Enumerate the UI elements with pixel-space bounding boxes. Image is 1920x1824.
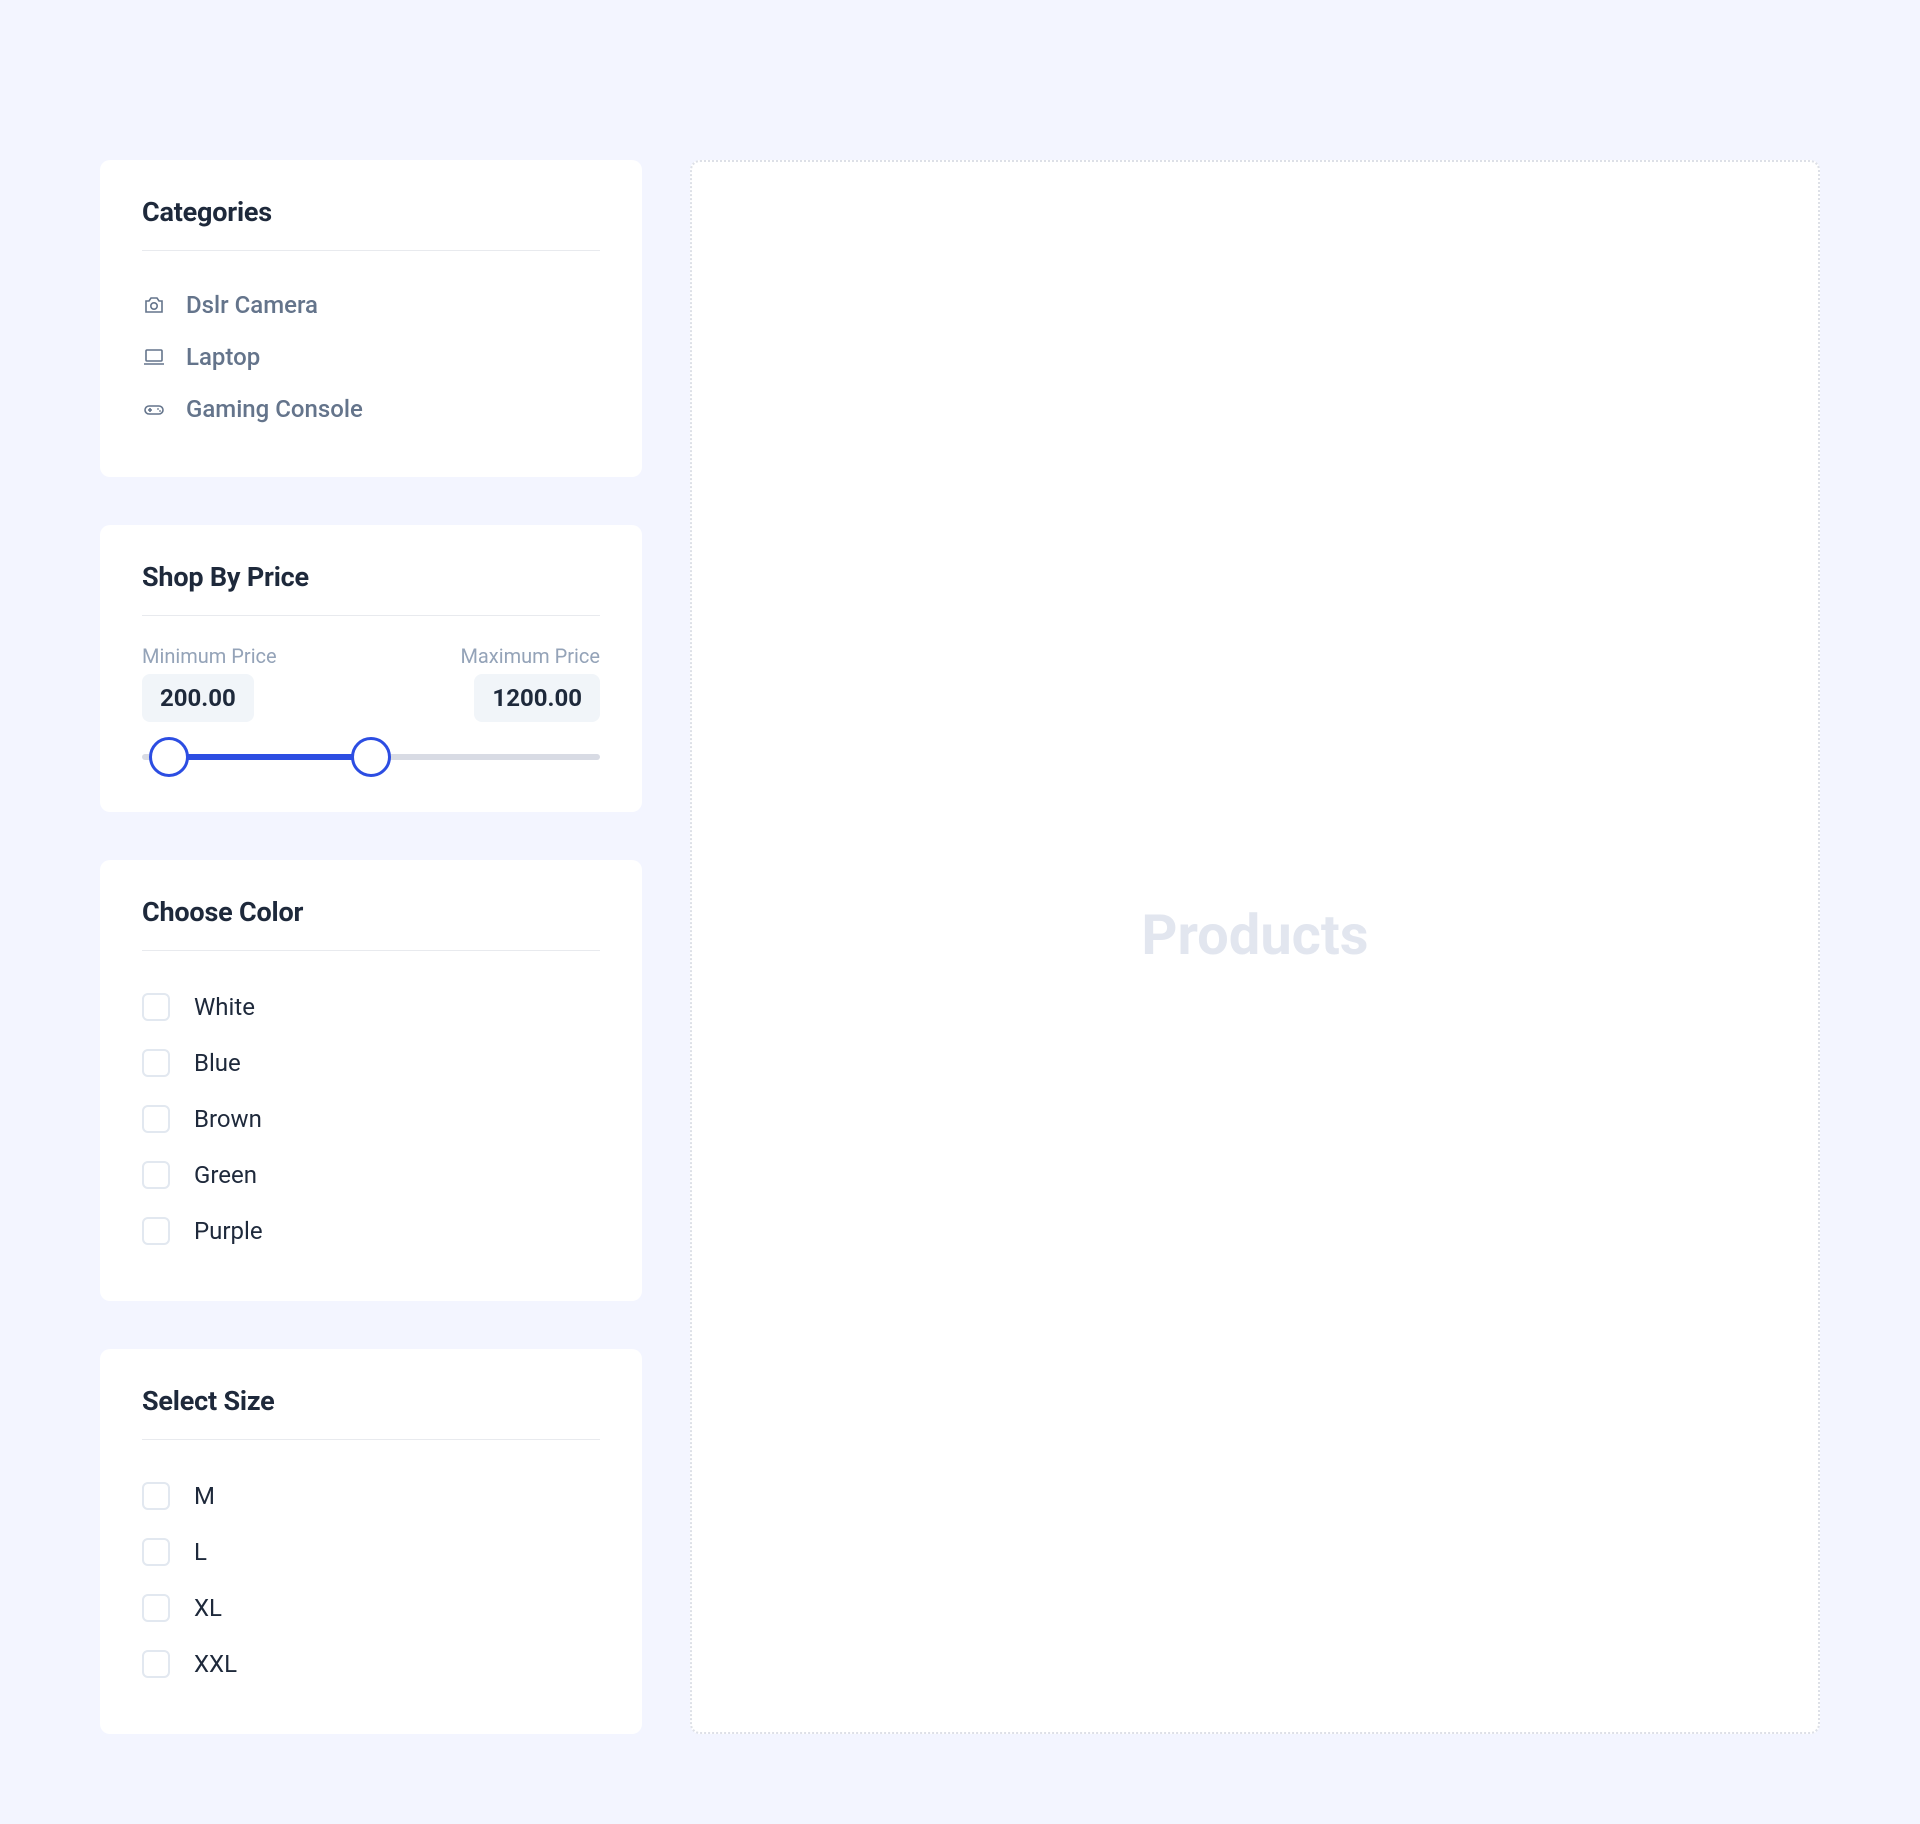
price-labels-row: Minimum Price Maximum Price <box>142 644 600 668</box>
divider <box>142 950 600 951</box>
size-option-xxl[interactable]: XXL <box>142 1636 600 1692</box>
laptop-icon <box>142 345 166 369</box>
checkbox[interactable] <box>142 1161 170 1189</box>
divider <box>142 250 600 251</box>
color-option-white[interactable]: White <box>142 979 600 1035</box>
size-option-l[interactable]: L <box>142 1524 600 1580</box>
category-item-gaming-console[interactable]: Gaming Console <box>142 383 600 435</box>
color-option-blue[interactable]: Blue <box>142 1035 600 1091</box>
divider <box>142 1439 600 1440</box>
price-title: Shop By Price <box>142 561 600 593</box>
color-options-list: White Blue Brown Green Purple <box>142 979 600 1259</box>
size-option-label: L <box>194 1538 207 1566</box>
camera-icon <box>142 293 166 317</box>
checkbox[interactable] <box>142 1538 170 1566</box>
filters-sidebar: Categories Dslr Camera Laptop <box>100 160 642 1734</box>
category-label: Dslr Camera <box>186 291 318 319</box>
size-option-label: M <box>194 1482 215 1510</box>
color-option-label: Blue <box>194 1049 241 1077</box>
size-option-label: XXL <box>194 1650 237 1678</box>
size-option-label: XL <box>194 1594 222 1622</box>
color-option-label: Purple <box>194 1217 263 1245</box>
size-options-list: M L XL XXL <box>142 1468 600 1692</box>
color-option-label: White <box>194 993 255 1021</box>
color-title: Choose Color <box>142 896 600 928</box>
color-option-label: Brown <box>194 1105 262 1133</box>
gamepad-icon <box>142 397 166 421</box>
price-range-fill <box>169 754 371 760</box>
checkbox[interactable] <box>142 1594 170 1622</box>
categories-list: Dslr Camera Laptop Gaming Console <box>142 279 600 435</box>
products-placeholder: Products <box>1141 902 1368 968</box>
min-price-label: Minimum Price <box>142 644 277 668</box>
checkbox[interactable] <box>142 1650 170 1678</box>
category-item-dslr-camera[interactable]: Dslr Camera <box>142 279 600 331</box>
price-card: Shop By Price Minimum Price Maximum Pric… <box>100 525 642 812</box>
categories-card: Categories Dslr Camera Laptop <box>100 160 642 477</box>
price-range-max-handle[interactable] <box>351 737 391 777</box>
size-option-xl[interactable]: XL <box>142 1580 600 1636</box>
color-option-purple[interactable]: Purple <box>142 1203 600 1259</box>
max-price-value: 1200.00 <box>474 674 600 722</box>
max-price-label: Maximum Price <box>460 644 600 668</box>
products-area: Products <box>690 160 1820 1734</box>
checkbox[interactable] <box>142 1482 170 1510</box>
size-option-m[interactable]: M <box>142 1468 600 1524</box>
color-option-label: Green <box>194 1161 257 1189</box>
categories-title: Categories <box>142 196 600 228</box>
color-card: Choose Color White Blue Brown Green <box>100 860 642 1301</box>
category-label: Gaming Console <box>186 395 363 423</box>
checkbox[interactable] <box>142 1217 170 1245</box>
checkbox[interactable] <box>142 993 170 1021</box>
min-price-value: 200.00 <box>142 674 254 722</box>
category-item-laptop[interactable]: Laptop <box>142 331 600 383</box>
price-range-min-handle[interactable] <box>149 737 189 777</box>
checkbox[interactable] <box>142 1049 170 1077</box>
checkbox[interactable] <box>142 1105 170 1133</box>
size-card: Select Size M L XL XXL <box>100 1349 642 1734</box>
divider <box>142 615 600 616</box>
category-label: Laptop <box>186 343 260 371</box>
color-option-brown[interactable]: Brown <box>142 1091 600 1147</box>
size-title: Select Size <box>142 1385 600 1417</box>
price-values-row: 200.00 1200.00 <box>142 674 600 722</box>
color-option-green[interactable]: Green <box>142 1147 600 1203</box>
price-range-slider[interactable] <box>142 754 600 760</box>
